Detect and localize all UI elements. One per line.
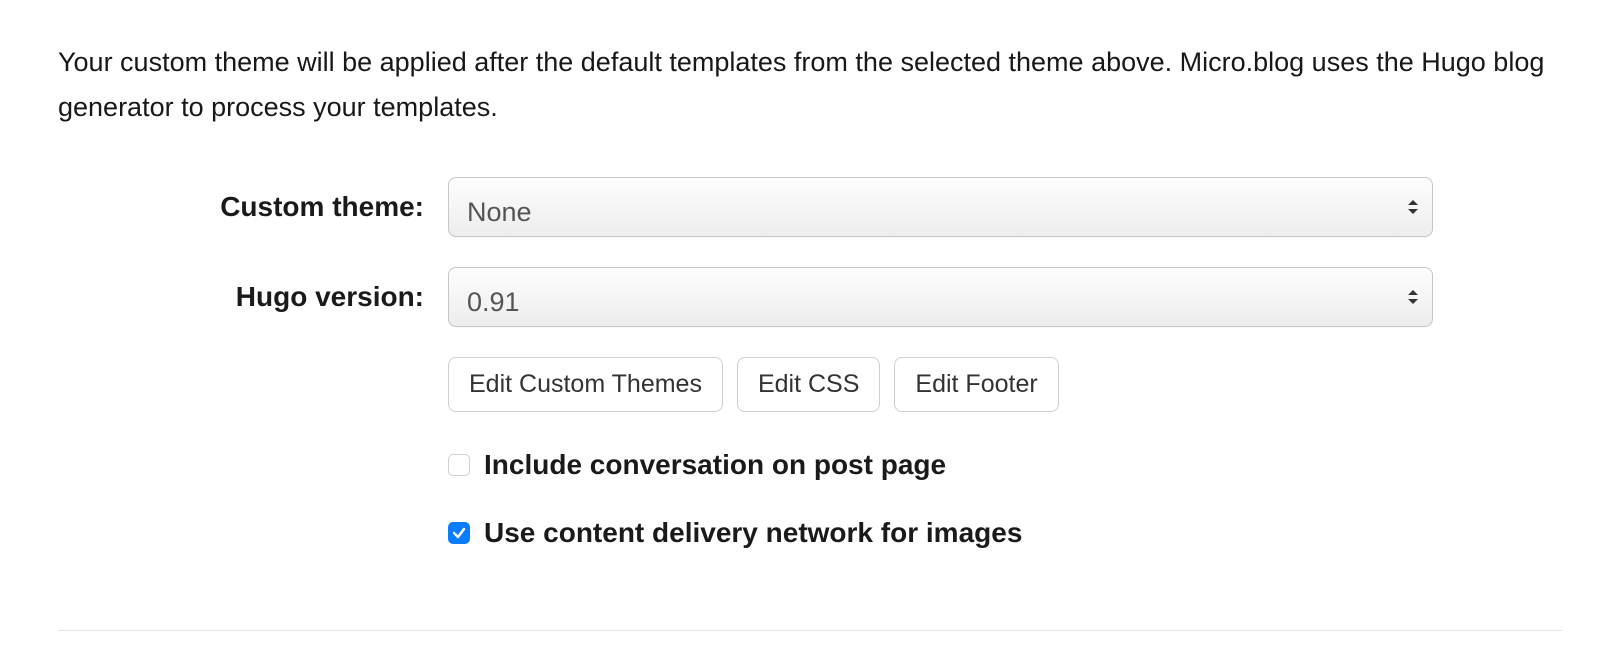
- intro-text: Your custom theme will be applied after …: [58, 40, 1562, 129]
- use-cdn-option[interactable]: Use content delivery network for images: [448, 510, 1433, 556]
- edit-custom-themes-button[interactable]: Edit Custom Themes: [448, 357, 723, 412]
- hugo-version-select[interactable]: 0.91: [448, 267, 1433, 327]
- hugo-version-label: Hugo version:: [58, 274, 448, 320]
- include-conversation-label: Include conversation on post page: [484, 442, 946, 488]
- custom-theme-select[interactable]: None: [448, 177, 1433, 237]
- checkboxes-row: Include conversation on post page Use co…: [58, 442, 1562, 578]
- hugo-version-select-value: 0.91: [448, 267, 1433, 327]
- custom-theme-row: Custom theme: None: [58, 177, 1562, 237]
- custom-theme-select-value: None: [448, 177, 1433, 237]
- checkbox-checked-icon: [448, 522, 470, 544]
- include-conversation-option[interactable]: Include conversation on post page: [448, 442, 1433, 488]
- hugo-version-row: Hugo version: 0.91: [58, 267, 1562, 327]
- divider: [58, 630, 1562, 631]
- checkbox-unchecked-icon: [448, 454, 470, 476]
- custom-theme-label: Custom theme:: [58, 184, 448, 230]
- edit-css-button[interactable]: Edit CSS: [737, 357, 880, 412]
- buttons-row: Edit Custom Themes Edit CSS Edit Footer: [58, 357, 1562, 412]
- use-cdn-label: Use content delivery network for images: [484, 510, 1022, 556]
- edit-footer-button[interactable]: Edit Footer: [894, 357, 1058, 412]
